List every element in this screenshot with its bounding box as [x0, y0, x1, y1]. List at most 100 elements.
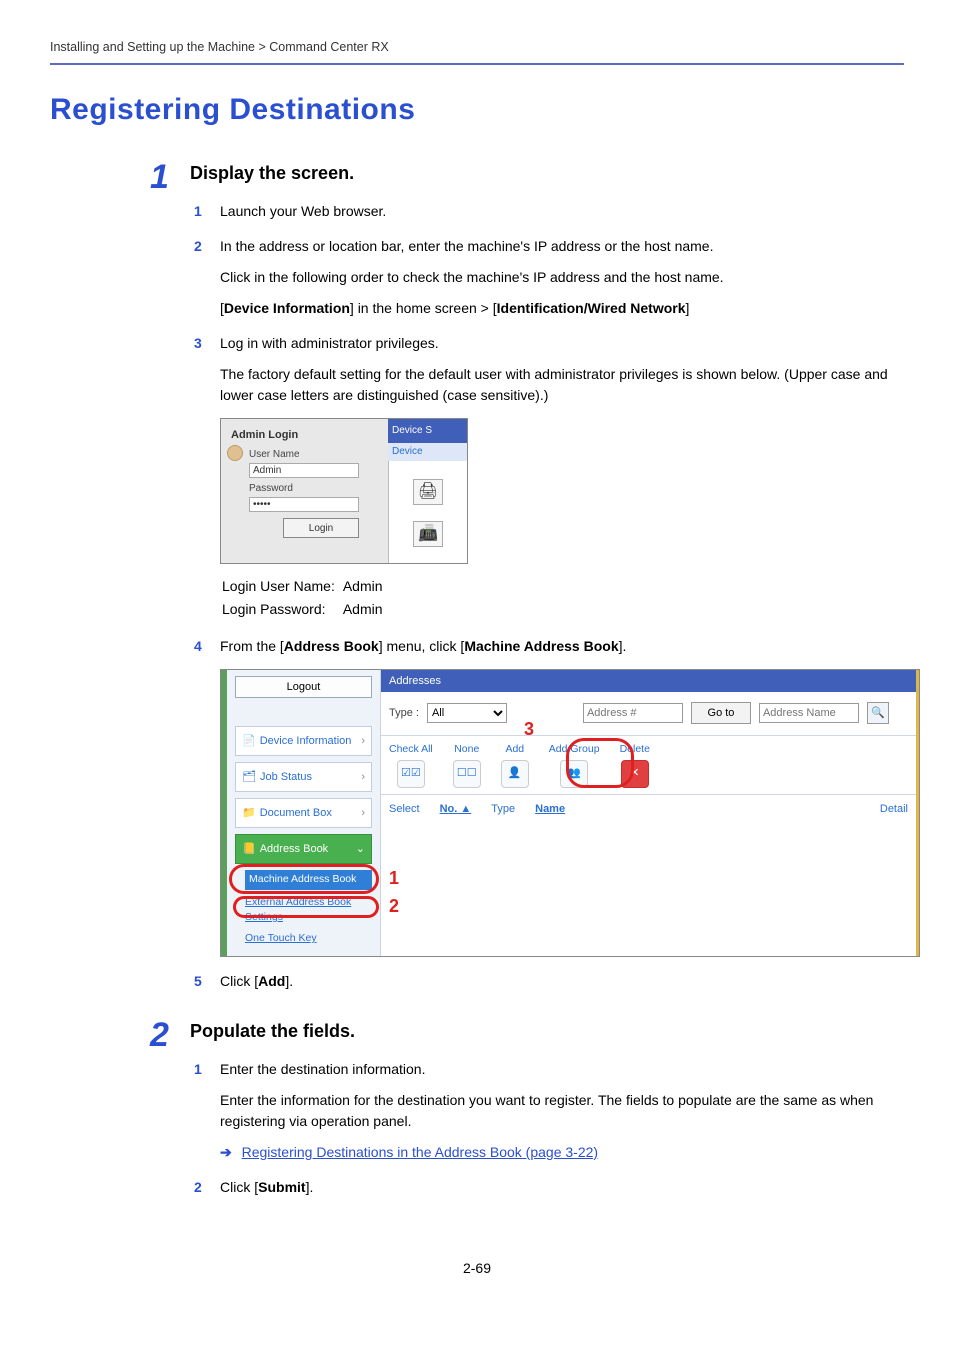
- login-screenshot: Admin Login User Name Admin Password •••…: [220, 418, 468, 564]
- col-name[interactable]: Name: [535, 801, 565, 818]
- step-1-4: 4 From the [Address Book] menu, click [M…: [194, 636, 904, 957]
- address-book-screenshot: Logout 📄 Device Information › 🗂 Job Stat…: [220, 669, 920, 957]
- type-label: Type :: [389, 705, 419, 722]
- password-label: Password: [249, 481, 382, 496]
- divider-top: [50, 63, 904, 65]
- t: From the [: [220, 638, 284, 654]
- step-1-2-sub1: Click in the following order to check th…: [220, 267, 904, 288]
- search-icon[interactable]: 🔍: [867, 702, 889, 724]
- go-to-button[interactable]: Go to: [691, 702, 751, 724]
- step-2-2-text: Click [Submit].: [220, 1179, 313, 1195]
- step-num: 1: [194, 201, 202, 222]
- type-select[interactable]: All: [427, 703, 507, 723]
- credentials-table: Login User Name: Admin Login Password: A…: [220, 574, 391, 622]
- nav-label: Device Information: [260, 733, 352, 750]
- callout-ring-3: [566, 738, 634, 788]
- chevron-right-icon: ›: [361, 769, 365, 786]
- t: Device Information: [224, 300, 350, 316]
- step-1-3-sub: The factory default setting for the defa…: [220, 364, 904, 406]
- lbl: Check All: [389, 742, 433, 758]
- callout-num-1: 1: [389, 865, 399, 892]
- cred-pass-lbl: Login Password:: [222, 599, 341, 620]
- col-no[interactable]: No. ▲: [440, 801, 472, 818]
- page-number: 2-69: [50, 1258, 904, 1279]
- section-2-number: 2: [150, 1010, 169, 1061]
- section-1-number: 1: [150, 152, 169, 203]
- nav-job-status[interactable]: 🗂 Job Status ›: [235, 762, 372, 792]
- step-1-2-text: In the address or location bar, enter th…: [220, 238, 713, 254]
- tool-add[interactable]: Add 👤: [501, 742, 529, 788]
- t: Submit: [258, 1179, 305, 1195]
- step-num: 2: [194, 1177, 202, 1198]
- step-2-1-sub: Enter the information for the destinatio…: [220, 1090, 904, 1132]
- section-1-title: Display the screen.: [190, 160, 904, 187]
- lbl: Add: [501, 742, 529, 758]
- column-header-row: Select No. ▲ Type Name Detail: [381, 794, 916, 824]
- cred-user-lbl: Login User Name:: [222, 576, 341, 597]
- filter-bar: Type : All Go to 🔍: [381, 692, 916, 736]
- t: ] in the home screen > [: [350, 300, 497, 316]
- step-1-1: 1 Launch your Web browser.: [194, 201, 904, 222]
- step-2-1-ref: ➔ Registering Destinations in the Addres…: [220, 1142, 904, 1163]
- t: ].: [306, 1179, 314, 1195]
- step-1-1-text: Launch your Web browser.: [220, 203, 386, 219]
- scanner-icon: 📠: [413, 521, 443, 547]
- t: ]: [686, 300, 690, 316]
- callout-num-2: 2: [389, 893, 399, 920]
- tool-none[interactable]: None ☐☐: [453, 742, 481, 788]
- user-icon: [227, 445, 243, 461]
- login-button[interactable]: Login: [283, 518, 359, 538]
- lbl: None: [453, 742, 481, 758]
- step-1-2: 2 In the address or location bar, enter …: [194, 236, 904, 319]
- step-1-2-sub2: [Device Information] in the home screen …: [220, 298, 904, 319]
- step-1-4-text: From the [Address Book] menu, click [Mac…: [220, 638, 626, 654]
- arrow-right-icon: ➔: [220, 1144, 232, 1160]
- nav-label: Address Book: [260, 841, 328, 858]
- check-all-icon: ☑☑: [397, 760, 425, 788]
- page-title: Registering Destinations: [50, 87, 904, 132]
- toolbar: Check All ☑☑ None ☐☐ Add 👤: [381, 736, 916, 794]
- nav-address-book[interactable]: 📒 Address Book ⌄: [235, 834, 372, 864]
- main-panel: Addresses Type : All Go to 🔍: [381, 670, 916, 956]
- step-1-5-text: Click [Add].: [220, 973, 293, 989]
- t: ].: [285, 973, 293, 989]
- step-2-2: 2 Click [Submit].: [194, 1177, 904, 1198]
- col-detail: Detail: [880, 801, 908, 818]
- step-2-1: 1 Enter the destination information. Ent…: [194, 1059, 904, 1163]
- nav-device-information[interactable]: 📄 Device Information ›: [235, 726, 372, 756]
- t: Click [: [220, 973, 258, 989]
- add-icon: 👤: [501, 760, 529, 788]
- logout-button[interactable]: Logout: [235, 676, 372, 698]
- printer-icon: 🖨: [413, 479, 443, 505]
- section-2-title: Populate the fields.: [190, 1018, 904, 1045]
- t: Identification/Wired Network: [497, 300, 686, 316]
- step-num: 5: [194, 971, 202, 992]
- password-field[interactable]: •••••: [249, 497, 359, 512]
- chevron-right-icon: ›: [361, 733, 365, 750]
- user-name-label: User Name: [249, 447, 382, 462]
- address-number-input[interactable]: [583, 703, 683, 723]
- section-1: 1 Display the screen.: [190, 160, 904, 187]
- nav-label: Job Status: [260, 769, 312, 786]
- admin-login-title: Admin Login: [227, 425, 382, 446]
- t: Machine Address Book: [464, 638, 618, 654]
- t: Add: [258, 973, 285, 989]
- t: Click [: [220, 1179, 258, 1195]
- step-1-3: 3 Log in with administrator privileges. …: [194, 333, 904, 622]
- nav-document-box[interactable]: 📁 Document Box ›: [235, 798, 372, 828]
- step-num: 1: [194, 1059, 202, 1080]
- user-name-field[interactable]: Admin: [249, 463, 359, 478]
- reference-link[interactable]: Registering Destinations in the Address …: [242, 1144, 598, 1160]
- callout-ring-1: [229, 864, 379, 894]
- tool-check-all[interactable]: Check All ☑☑: [389, 742, 433, 788]
- main-panel-title: Addresses: [381, 670, 916, 692]
- cred-user-val: Admin: [343, 576, 389, 597]
- col-type: Type: [491, 801, 515, 818]
- section-2: 2 Populate the fields.: [190, 1018, 904, 1045]
- nav-label: Document Box: [260, 805, 332, 822]
- step-num: 3: [194, 333, 202, 354]
- sub-one-touch-key[interactable]: One Touch Key: [245, 931, 372, 947]
- chevron-down-icon: ⌄: [356, 841, 365, 858]
- step-2-1-text: Enter the destination information.: [220, 1061, 425, 1077]
- address-name-input[interactable]: [759, 703, 859, 723]
